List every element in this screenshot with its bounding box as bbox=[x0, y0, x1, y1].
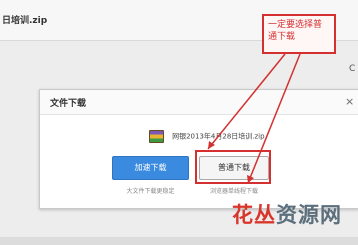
arrow-line-2 bbox=[247, 53, 301, 184]
watermark: 花丛资源网 bbox=[232, 199, 342, 229]
watermark-part-2: 资源网 bbox=[276, 203, 342, 227]
arrow-line-1 bbox=[207, 53, 286, 150]
watermark-part-1: 花丛 bbox=[232, 203, 276, 227]
